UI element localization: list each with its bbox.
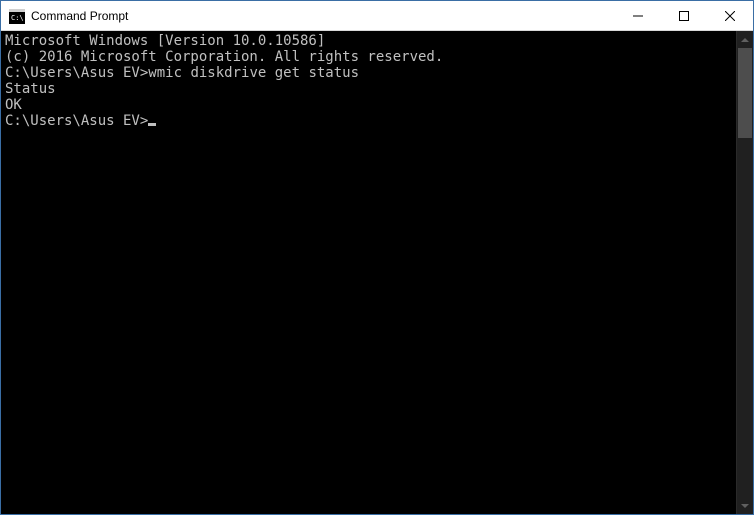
prompt-path: C:\Users\Asus EV> [5,113,148,129]
console-line: C:\Users\Asus EV>wmic diskdrive get stat… [5,65,749,81]
scrollbar-thumb[interactable] [738,48,752,138]
prompt-path: C:\Users\Asus EV> [5,65,148,81]
scroll-up-arrow-icon[interactable] [737,31,753,48]
window-controls [615,1,753,30]
console-output-value: OK [5,97,749,113]
maximize-button[interactable] [661,1,707,30]
console-line: Microsoft Windows [Version 10.0.10586] [5,33,749,49]
minimize-icon [633,11,643,21]
svg-text:C:\: C:\ [11,14,24,22]
close-icon [725,11,735,21]
console-area[interactable]: Microsoft Windows [Version 10.0.10586] (… [1,31,753,514]
minimize-button[interactable] [615,1,661,30]
window-title: Command Prompt [31,9,615,23]
cursor [148,123,156,126]
close-button[interactable] [707,1,753,30]
vertical-scrollbar[interactable] [736,31,753,514]
scroll-down-arrow-icon[interactable] [737,497,753,514]
console-output-header: Status [5,81,749,97]
titlebar[interactable]: C:\ Command Prompt [1,1,753,31]
console-line: (c) 2016 Microsoft Corporation. All righ… [5,49,749,65]
command-prompt-window: C:\ Command Prompt Micr [0,0,754,515]
entered-command: wmic diskdrive get status [148,65,359,81]
maximize-icon [679,11,689,21]
console-line: C:\Users\Asus EV> [5,113,749,129]
cmd-icon: C:\ [9,8,25,24]
